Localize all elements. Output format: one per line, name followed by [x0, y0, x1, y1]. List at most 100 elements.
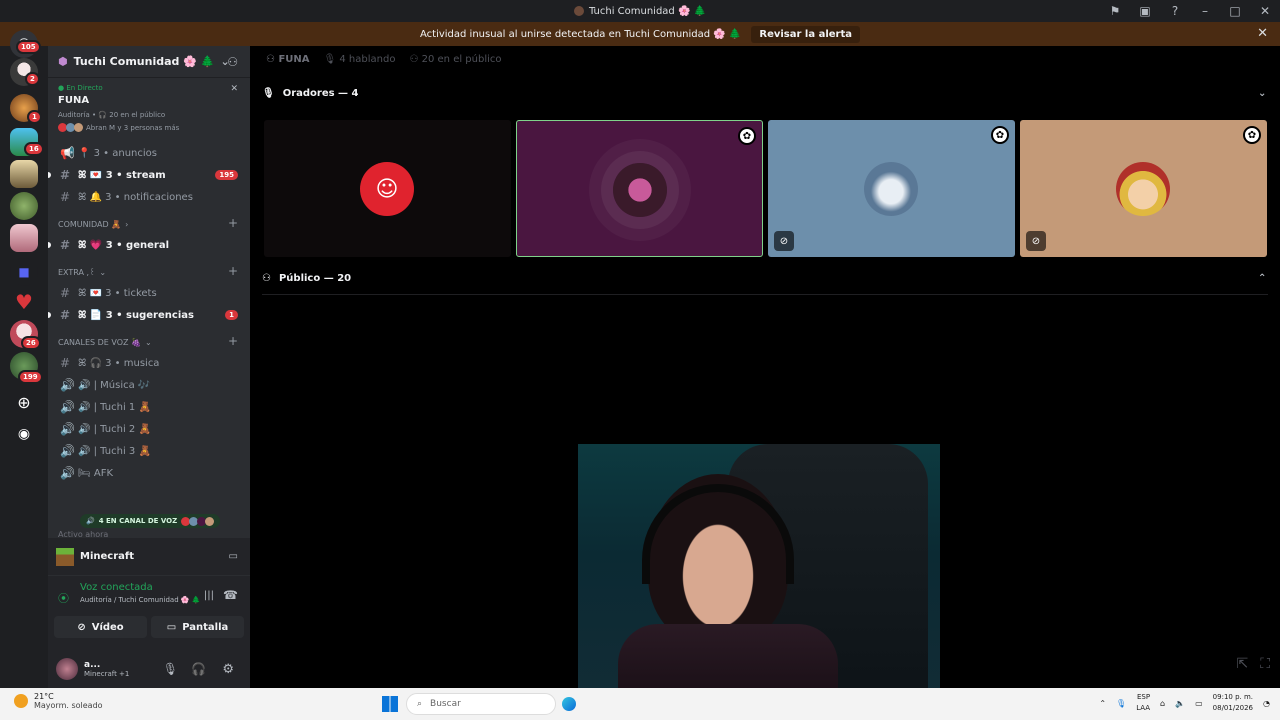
discord-logo-icon: ☺ [360, 162, 414, 216]
camera-off-icon: ⊘ [77, 621, 86, 633]
hash-icon: # [60, 238, 71, 252]
disconnect-icon[interactable]: ☎ [223, 588, 238, 602]
maximize-button[interactable]: □ [1220, 4, 1250, 18]
channel-musica[interactable]: # ꕤ 🎧 3 • musica [48, 352, 250, 374]
channel-sugerencias[interactable]: # ꕤ 📄 3 • sugerencias 1 [48, 304, 250, 326]
stage-channel-name: ⚇ FUNA [266, 53, 310, 65]
mention-badge: 1 [225, 310, 238, 320]
speakers-section-header[interactable]: 🎙 Oradores — 4 ⌄ [262, 88, 1266, 99]
user-status: Minecraft +1 [84, 670, 130, 678]
volume-icon[interactable]: 🔈 [1175, 699, 1185, 708]
audience-title: Público — 20 [278, 273, 352, 284]
lang-secondary: LAA [1136, 704, 1151, 712]
user-row: a... Minecraft +1 🎙 🎧 ⚙ [48, 650, 250, 688]
review-alert-button[interactable]: Revisar la alerta [751, 25, 860, 43]
stream-game-icon[interactable]: ▭ [229, 551, 238, 562]
add-channel-icon[interactable]: + [228, 334, 238, 348]
add-channel-icon[interactable]: + [228, 216, 238, 230]
channel-tickets[interactable]: # ꕤ 💌 3 • tickets [48, 282, 250, 304]
discover-icon[interactable]: ◉ [10, 420, 38, 448]
speaker-tile-3[interactable]: ✿ ⊘ [768, 120, 1015, 257]
category-label: EXTRA ,꒰ [58, 268, 96, 277]
signal-icon: ⦿ [58, 592, 69, 605]
channel-anuncios[interactable]: 📢 📍 3 • anuncios [48, 142, 250, 164]
live-stage-card[interactable]: ✕ ● En Directo FUNA Auditoría • 🎧 20 en … [48, 78, 250, 138]
category-comunidad[interactable]: COMUNIDAD 🧸 › + [48, 208, 250, 234]
channel-stream[interactable]: # ꕤ 💌 3 • stream 195 [48, 164, 250, 186]
clock-date: 08/01/2026 [1212, 704, 1254, 712]
category-extra[interactable]: EXTRA ,꒰ ⌄ + [48, 256, 250, 282]
voice-channel-tuchi-2[interactable]: 🔊 🔊 | Tuchi 2 🧸 [48, 418, 250, 440]
add-channel-icon[interactable]: + [228, 264, 238, 278]
help-icon[interactable]: ? [1160, 4, 1190, 18]
add-server-icon[interactable]: ⊕ [10, 388, 38, 416]
taskbar-search[interactable]: ⌕ Buscar [406, 693, 556, 715]
server-avatar-5[interactable] [10, 192, 38, 220]
chevron-down-icon: ⌄ [1258, 88, 1267, 99]
minimize-button[interactable]: – [1190, 4, 1220, 18]
channel-notificaciones[interactable]: # ꕤ 🔔 3 • notificaciones [48, 186, 250, 208]
voice-status[interactable]: Voz conectada [80, 582, 242, 593]
close-window-button[interactable]: ✕ [1250, 4, 1280, 18]
voice-channel-musica[interactable]: 🔊 🔊 | Música 🎶 [48, 374, 250, 396]
megaphone-icon: 📢 [60, 146, 75, 160]
audience-text: 20 en el público [421, 53, 502, 65]
server-avatar-4[interactable] [10, 160, 38, 188]
microphone-icon[interactable]: 🎙 [1116, 699, 1126, 708]
voice-channel-path[interactable]: Auditoría / Tuchi Comunidad 🌸 🌲 [80, 596, 242, 604]
screen-share-button[interactable]: ▭ Pantalla [151, 616, 244, 638]
server-header[interactable]: ⬢ Tuchi Comunidad 🌸 🌲 ⌄ ⚇ [48, 46, 250, 78]
live-tag: ● En Directo [58, 84, 103, 92]
fullscreen-icon[interactable]: ⛶ [1260, 656, 1270, 672]
heart-server-icon[interactable]: ♥ [10, 288, 38, 316]
network-icon[interactable]: ⌂ [1160, 699, 1165, 708]
channel-label: 🛏 AFK [78, 467, 114, 479]
gear-icon[interactable]: ⚙ [222, 662, 234, 677]
audience-section-header[interactable]: ⚇ Público — 20 ⌃ [262, 273, 1266, 284]
server-avatar-6[interactable] [10, 224, 38, 252]
language-indicator[interactable]: ESP LAA [1136, 692, 1150, 714]
taskbar-clock[interactable]: 09:10 p. m. 08/01/2026 [1213, 692, 1253, 714]
speaker-tile-4[interactable]: ✿ ⊘ [1020, 120, 1267, 257]
close-alert-icon[interactable]: ✕ [1257, 26, 1268, 41]
stage-header: ⚇ FUNA 🎙 4 hablando ⚇ 20 en el público [250, 46, 1280, 72]
voice-count-text: 4 EN CANAL DE VOZ [98, 517, 178, 525]
temperature: 21°C [34, 692, 54, 701]
battery-icon[interactable]: ▭ [1195, 699, 1203, 708]
screen-label: Pantalla [182, 621, 229, 633]
voice-channel-afk[interactable]: 🔊 🛏 AFK [48, 462, 250, 484]
voice-count-pill[interactable]: 🔊 4 EN CANAL DE VOZ [80, 514, 221, 528]
avatar [864, 162, 918, 216]
weather-widget[interactable]: 21°C Mayorm. soleado [14, 692, 103, 710]
activity-row[interactable]: Minecraft ▭ [48, 538, 250, 576]
audience-count: ⚇ 20 en el público [409, 53, 502, 65]
voice-channel-tuchi-1[interactable]: 🔊 🔊 | Tuchi 1 🧸 [48, 396, 250, 418]
speaker-tile-2[interactable]: ✿ [516, 120, 763, 257]
popout-icon[interactable]: ⇱ [1236, 656, 1248, 672]
channel-general[interactable]: # ꕤ 💗 3 • general [48, 234, 250, 256]
microphone-icon[interactable]: 🎙 [163, 662, 178, 676]
edge-browser-icon[interactable] [562, 697, 576, 711]
folder-icon[interactable]: ■ [10, 258, 38, 286]
lang-primary: ESP [1136, 693, 1151, 701]
invite-people-icon[interactable]: ⚇ [227, 55, 238, 69]
screen-icon[interactable]: ▣ [1130, 4, 1160, 18]
channel-label: 🔊 | Música 🎶 [78, 379, 151, 391]
user-panel: Minecraft ▭ ⦿ Voz conectada Auditoría / … [48, 538, 250, 688]
channel-label: 🔊 | Tuchi 1 🧸 [78, 401, 151, 413]
speakers-title: Oradores — 4 [282, 88, 359, 99]
category-voz[interactable]: CANALES DE VOZ 🍇 ⌄ + [48, 326, 250, 352]
close-stage-card-icon[interactable]: ✕ [230, 84, 238, 94]
video-button[interactable]: ⊘ Vídeo [54, 616, 147, 638]
noise-suppression-icon[interactable]: ||| [204, 590, 214, 601]
category-label: COMUNIDAD 🧸 [58, 220, 122, 229]
speaker-tile-1[interactable]: ☺ [264, 120, 511, 257]
notifications-icon[interactable]: ◔ [1263, 699, 1270, 708]
avatar[interactable] [56, 658, 78, 680]
windows-start-icon[interactable] [382, 696, 398, 712]
av-buttons: ⊘ Vídeo ▭ Pantalla [48, 616, 250, 638]
headphones-icon[interactable]: 🎧 [191, 662, 206, 676]
voice-channel-tuchi-3[interactable]: 🔊 🔊 | Tuchi 3 🧸 [48, 440, 250, 462]
inbox-icon[interactable]: ⚑ [1100, 4, 1130, 18]
chevron-up-icon[interactable]: ⌃ [1099, 699, 1106, 708]
